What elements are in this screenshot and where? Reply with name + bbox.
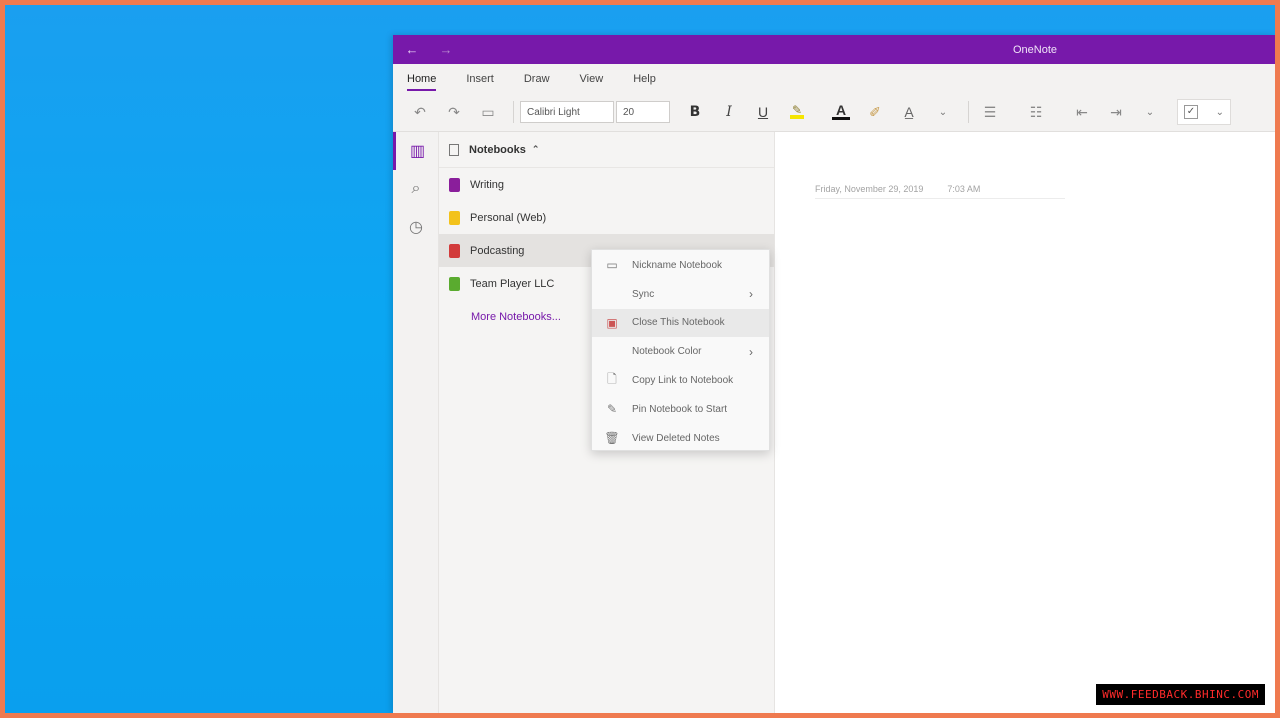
notebook-label: Podcasting bbox=[470, 244, 525, 257]
folder-icon: ▭ bbox=[606, 258, 618, 273]
toolbar-divider bbox=[513, 101, 514, 123]
font-name-select[interactable]: Calibri Light bbox=[520, 101, 614, 123]
notebook-context-menu: ▭ Nickname Notebook Sync › ▣ Close This … bbox=[591, 249, 770, 451]
app-title: OneNote bbox=[1013, 43, 1058, 56]
menu-item-label: View Deleted Notes bbox=[632, 432, 720, 444]
menu-item-label: Notebook Color bbox=[632, 346, 702, 358]
tab-insert[interactable]: Insert bbox=[466, 69, 494, 89]
menu-item-label: Sync bbox=[632, 288, 655, 300]
chevron-down-icon[interactable]: ⌄ bbox=[928, 99, 958, 125]
onenote-window: ← → OneNote Home Insert Draw View Help ↶… bbox=[393, 35, 1275, 713]
notebooks-header-label: Notebooks bbox=[469, 143, 526, 156]
menu-item-view-deleted[interactable]: 🗑 View Deleted Notes bbox=[592, 424, 769, 453]
font-size-select[interactable]: 20 bbox=[616, 101, 670, 123]
back-arrow-icon[interactable]: ← bbox=[400, 42, 424, 57]
forward-arrow-icon[interactable]: → bbox=[434, 42, 458, 57]
highlighter-icon: ✎ bbox=[790, 103, 804, 119]
tab-draw[interactable]: Draw bbox=[524, 69, 550, 89]
notebook-doc-icon bbox=[449, 143, 459, 156]
checkbox-icon: ✓ bbox=[1184, 105, 1198, 119]
link-doc-icon: 🗋 bbox=[607, 372, 617, 387]
close-notebook-icon: ▣ bbox=[606, 315, 618, 330]
notebook-color-swatch bbox=[449, 177, 460, 192]
menu-item-label: Close This Notebook bbox=[632, 317, 725, 329]
underline-button[interactable]: U bbox=[748, 99, 778, 125]
menu-item-close-notebook[interactable]: ▣ Close This Notebook bbox=[592, 308, 769, 338]
chevron-up-icon: ⌃ bbox=[531, 144, 540, 154]
menu-item-copy-link[interactable]: 🗋 Copy Link to Notebook bbox=[592, 366, 769, 395]
numbered-list-icon[interactable]: ☷ bbox=[1021, 99, 1051, 125]
menu-item-label: Nickname Notebook bbox=[632, 259, 723, 271]
tab-home[interactable]: Home bbox=[407, 69, 437, 91]
undo-icon[interactable]: ↶ bbox=[405, 99, 435, 125]
format-painter-icon[interactable]: ✐ bbox=[860, 99, 890, 125]
clipboard-icon[interactable]: ▭ bbox=[473, 99, 503, 125]
trash-icon: 🗑 bbox=[604, 431, 620, 446]
menu-item-pin-to-start[interactable]: ✎ Pin Notebook to Start bbox=[592, 395, 769, 424]
menu-item-nickname-notebook[interactable]: ▭ Nickname Notebook bbox=[592, 251, 769, 280]
page-canvas[interactable]: Friday, November 29, 2019 7:03 AM bbox=[775, 132, 1275, 713]
tab-help[interactable]: Help bbox=[633, 69, 656, 89]
main-area: ▥ ⌕ ◷ Notebooks ⌃ Writing Personal (Web) bbox=[393, 132, 1275, 713]
ribbon: Home Insert Draw View Help ↶ ↷ ▭ Calibri… bbox=[393, 64, 1275, 132]
chevron-down-icon[interactable]: ⌄ bbox=[1135, 99, 1165, 125]
notebook-color-swatch bbox=[449, 210, 460, 225]
chevron-right-icon: › bbox=[749, 344, 753, 359]
redo-icon[interactable]: ↷ bbox=[439, 99, 469, 125]
menu-item-label: Copy Link to Notebook bbox=[632, 375, 734, 387]
chevron-down-icon: ⌄ bbox=[1215, 106, 1224, 118]
font-color-button[interactable]: A bbox=[826, 99, 856, 125]
notebooks-header[interactable]: Notebooks ⌃ bbox=[439, 132, 774, 168]
menu-item-label: Pin Notebook to Start bbox=[632, 403, 728, 415]
toolbar-divider bbox=[968, 101, 969, 123]
italic-button[interactable]: I bbox=[714, 99, 744, 125]
page-time: 7:03 AM bbox=[947, 184, 981, 194]
notebook-item-personal[interactable]: Personal (Web) bbox=[439, 201, 774, 234]
styles-icon[interactable]: A̲ bbox=[894, 99, 924, 125]
menu-item-notebook-color[interactable]: Notebook Color › bbox=[592, 337, 769, 366]
bold-button[interactable]: B bbox=[680, 99, 710, 125]
notebook-label: Team Player LLC bbox=[470, 277, 555, 290]
highlight-button[interactable]: ✎ bbox=[782, 99, 812, 125]
page-date-time: Friday, November 29, 2019 7:03 AM bbox=[815, 184, 1065, 199]
recent-clock-icon[interactable]: ◷ bbox=[393, 208, 439, 246]
chevron-right-icon: › bbox=[749, 287, 753, 302]
notebook-color-swatch bbox=[449, 243, 460, 258]
ribbon-toolbar: ↶ ↷ ▭ Calibri Light 20 B I U ✎ A ✐ A̲ ⌄ bbox=[393, 94, 1275, 130]
indent-icon[interactable]: ⇥ bbox=[1101, 99, 1131, 125]
tab-view[interactable]: View bbox=[580, 69, 604, 89]
pin-icon: ✎ bbox=[606, 402, 618, 417]
page-date: Friday, November 29, 2019 bbox=[815, 184, 924, 194]
notebooks-icon[interactable]: ▥ bbox=[393, 132, 439, 170]
title-bar: ← → OneNote bbox=[393, 35, 1275, 64]
ribbon-tabs: Home Insert Draw View Help bbox=[393, 64, 1275, 94]
notebook-color-swatch bbox=[449, 276, 460, 291]
notebook-label: Personal (Web) bbox=[470, 211, 547, 224]
bullet-list-icon[interactable]: ☰ bbox=[975, 99, 1005, 125]
left-rail: ▥ ⌕ ◷ bbox=[393, 132, 439, 713]
outdent-icon[interactable]: ⇤ bbox=[1067, 99, 1097, 125]
watermark: WWW.FEEDBACK.BHINC.COM bbox=[1096, 684, 1265, 705]
notebook-item-writing[interactable]: Writing bbox=[439, 168, 774, 201]
menu-item-sync[interactable]: Sync › bbox=[592, 280, 769, 309]
notebook-label: Writing bbox=[470, 178, 505, 191]
font-color-icon: A bbox=[832, 103, 850, 120]
todo-tag-button[interactable]: ✓ ⌄ bbox=[1177, 99, 1231, 125]
search-icon[interactable]: ⌕ bbox=[393, 170, 439, 208]
